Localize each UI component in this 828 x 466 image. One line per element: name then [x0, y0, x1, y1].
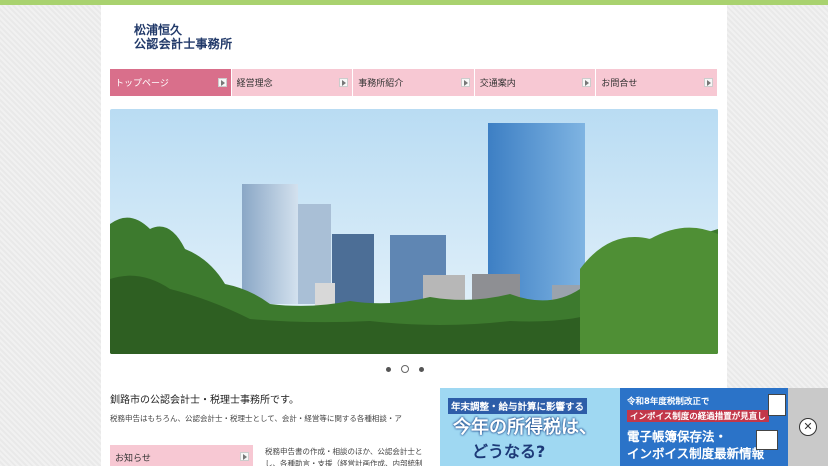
- close-icon[interactable]: ✕: [799, 418, 817, 436]
- ad-left-title: 今年の所得税は、: [453, 417, 597, 438]
- arrow-right-icon: [703, 78, 713, 87]
- nav-item-access[interactable]: 交通案内: [474, 69, 597, 96]
- ad-close-area[interactable]: ✕: [788, 388, 828, 466]
- ad-invoice[interactable]: 令和8年度税制改正で インボイス制度の経過措置が見直し 電子帳簿保存法・ インボ…: [620, 388, 788, 466]
- document-icon: [756, 430, 778, 450]
- nav-item-label: 交通案内: [479, 79, 516, 89]
- arrow-right-icon: [217, 78, 227, 87]
- slider-dots: [386, 365, 424, 373]
- intro-heading: 釧路市の公認会計士・税理士事務所です。: [110, 395, 299, 406]
- services-line: し、各種助言・支援（経営計画作成、内部統制: [265, 459, 423, 466]
- ad-right-line2: インボイス制度の経過措置が見直し: [627, 410, 769, 422]
- services-line: 税務申告書の作成・相談のほか、公認会計士と: [265, 447, 423, 456]
- ad-left-subtitle: どうなる?: [472, 442, 546, 461]
- ad-right-line4: インボイス制度最新情報: [627, 446, 765, 461]
- nav-item-label: トップページ: [115, 79, 169, 89]
- news-label: お知らせ: [115, 453, 151, 464]
- nav-item-office[interactable]: 事務所紹介: [353, 69, 475, 96]
- main-nav: トップページ 経営理念 事務所紹介 交通案内 お問合せ: [110, 69, 718, 96]
- ad-income-tax[interactable]: 年末調整・給与計算に影響する 今年の所得税は、 どうなる?: [440, 388, 620, 466]
- news-box[interactable]: お知らせ: [110, 445, 253, 466]
- document-icon: [768, 394, 786, 416]
- nav-item-top[interactable]: トップページ: [110, 69, 232, 96]
- hero-slider-image[interactable]: [110, 109, 718, 354]
- arrow-right-icon: [582, 78, 592, 87]
- site-logo[interactable]: 松浦恒久 公認会計士事務所: [134, 23, 274, 51]
- nav-item-philosophy[interactable]: 経営理念: [231, 69, 354, 96]
- nav-item-label: 事務所紹介: [358, 79, 404, 89]
- nav-item-contact[interactable]: お問合せ: [596, 69, 718, 96]
- nav-item-label: お問合せ: [601, 79, 638, 89]
- ad-left-head: 年末調整・給与計算に影響する: [448, 398, 588, 414]
- arrow-right-icon: [460, 78, 470, 87]
- arrow-right-icon: [240, 452, 249, 461]
- nav-item-label: 経営理念: [236, 79, 273, 89]
- services-text: 税務申告書の作成・相談のほか、公認会計士と し、各種助言・支援（経営計画作成、内…: [265, 446, 445, 466]
- logo-office: 公認会計士事務所: [134, 37, 233, 51]
- slider-dot[interactable]: [419, 366, 424, 372]
- ad-right-line1: 令和8年度税制改正で: [627, 397, 710, 407]
- city-skyline-illustration: [110, 109, 718, 354]
- ad-banner[interactable]: 年末調整・給与計算に影響する 今年の所得税は、 どうなる? 令和8年度税制改正で…: [440, 388, 828, 466]
- intro-text: 税務申告はもちろん、公認会計士・税理士として、会計・経営等に関する各種相談・ア: [110, 414, 402, 423]
- slider-dot-active[interactable]: [401, 365, 409, 373]
- arrow-right-icon: [339, 78, 349, 87]
- logo-name: 松浦恒久: [134, 23, 183, 37]
- slider-dot[interactable]: [386, 366, 391, 372]
